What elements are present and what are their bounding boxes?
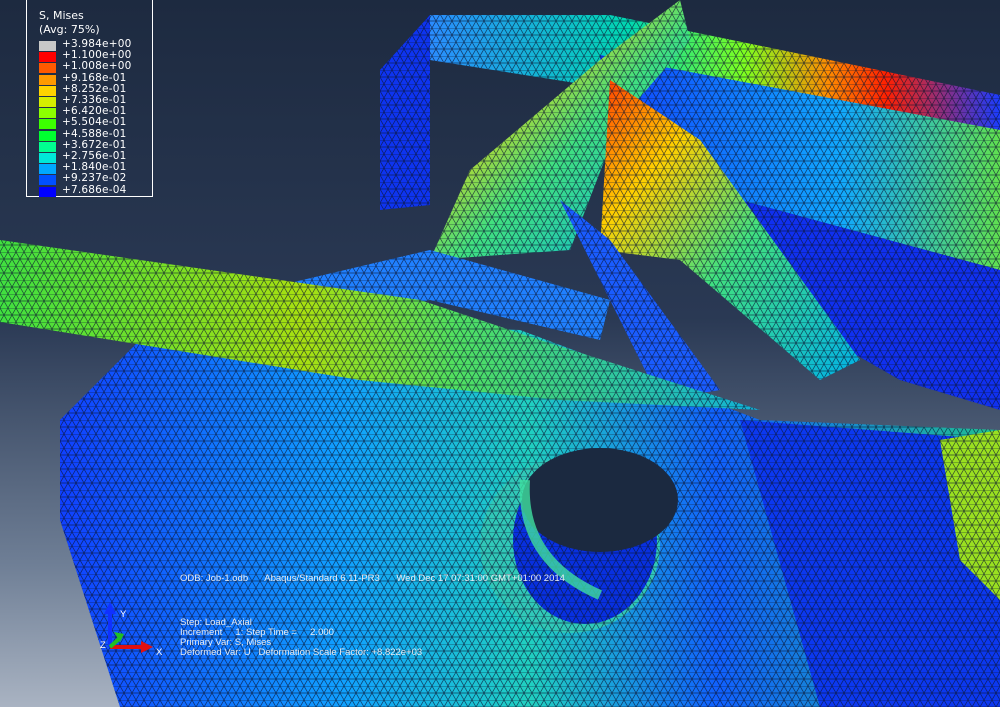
viewport-canvas[interactable]: S, Mises (Avg: 75%) +3.984e+00 +1.100e+00… — [0, 0, 1000, 707]
legend-swatch — [39, 63, 56, 74]
legend-value: +2.756e-01 — [62, 150, 127, 162]
legend-swatch — [39, 119, 56, 130]
legend-swatch — [39, 186, 56, 197]
legend-value: +9.168e-01 — [62, 71, 127, 84]
legend-value: +3.672e-01 — [62, 138, 127, 151]
legend-swatch — [39, 85, 56, 96]
legend-swatch — [39, 130, 56, 141]
legend-swatch — [39, 175, 56, 186]
contour-legend[interactable]: S, Mises (Avg: 75%) +3.984e+00 +1.100e+00… — [26, 0, 153, 197]
legend-value: +8.252e-01 — [62, 82, 127, 95]
legend-subtitle: (Avg: 75%) — [39, 23, 100, 36]
legend-title: S, Mises — [39, 9, 84, 22]
triad-y-label: Y — [120, 609, 127, 620]
legend-swatch — [39, 141, 56, 152]
legend-swatch — [39, 164, 56, 175]
legend-value: +6.420e-01 — [62, 105, 127, 118]
triad-x-label: X — [156, 647, 163, 658]
view-triad[interactable]: Y X Z — [98, 600, 168, 660]
deformed-var-label: Deformed Var: U Deformation Scale Factor… — [180, 647, 423, 658]
legend-swatch — [39, 97, 56, 107]
legend-swatch — [39, 108, 56, 119]
legend-swatch — [39, 41, 56, 51]
legend-swatch — [39, 74, 56, 85]
legend-value: +5.504e-01 — [62, 116, 127, 129]
odb-solver: Abaqus/Standard 6.11-PR3 — [264, 573, 380, 584]
step-info-block: Step: Load_Axial Increment 1: Step Time =… — [180, 618, 422, 658]
odb-file: ODB: Job-1.odb — [180, 573, 249, 584]
triad-z-label: Z — [100, 640, 106, 651]
legend-value: +7.686e-04 — [62, 183, 127, 196]
legend-entry: +7.686e-04 — [39, 183, 149, 197]
legend-value: +1.840e-01 — [62, 161, 127, 174]
legend-swatch — [39, 52, 56, 63]
legend-value: +1.008e+00 — [62, 60, 132, 73]
legend-value: +3.984e+00 — [62, 38, 132, 50]
legend-value: +9.237e-02 — [62, 172, 127, 185]
legend-value: +4.588e-01 — [62, 127, 127, 140]
odb-info-line: ODB: Job-1.odb Abaqus/Standard 6.11-PR3 … — [180, 573, 579, 584]
legend-value: +7.336e-01 — [62, 94, 127, 106]
legend-value: +1.100e+00 — [62, 49, 132, 62]
odb-date: Wed Dec 17 07:31:00 GMT+01:00 2014 — [396, 573, 565, 584]
legend-swatch — [39, 153, 56, 163]
